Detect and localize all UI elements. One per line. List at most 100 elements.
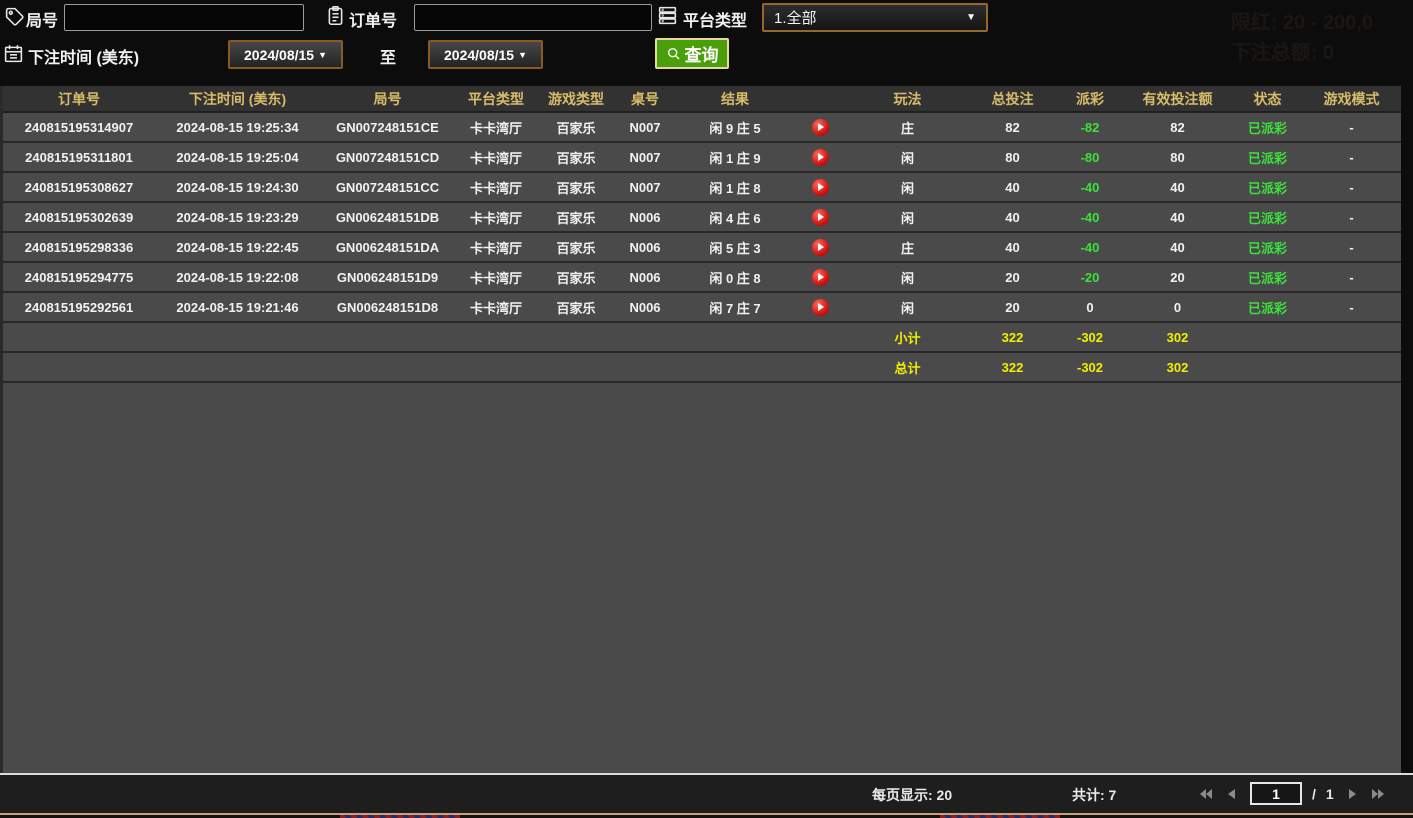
cell-payout: -40 (1055, 210, 1125, 225)
cell-table_no: N006 (615, 270, 675, 285)
column-header: 玩法 (845, 89, 970, 109)
chevron-down-icon: ▼ (966, 12, 976, 23)
column-header: 游戏类型 (537, 89, 615, 109)
query-button-label: 查询 (685, 41, 719, 66)
cell-mode: - (1305, 210, 1398, 225)
cell-result: 闲 0 庄 8 (675, 268, 795, 287)
cell-play_btn (795, 269, 845, 286)
game-no-label: 局号 (26, 7, 58, 31)
cell-mode: - (1305, 270, 1398, 285)
replay-play-button[interactable] (812, 119, 829, 136)
chevron-down-icon: ▼ (318, 50, 327, 60)
cell-status: 已派彩 (1230, 298, 1305, 317)
replay-play-button[interactable] (812, 179, 829, 196)
query-button[interactable]: 查询 (655, 38, 729, 69)
prev-page-icon[interactable] (1224, 786, 1240, 802)
platform-type-value: 1.全部 (774, 7, 817, 28)
cell-table_no: N006 (615, 300, 675, 315)
cell-game_type: 百家乐 (537, 178, 615, 197)
search-icon (666, 46, 682, 62)
replay-play-button[interactable] (812, 299, 829, 316)
cell-play: 闲 (845, 268, 970, 287)
column-header: 总投注 (970, 89, 1055, 109)
table-row: 2408151952925612024-08-15 19:21:46GN0062… (3, 293, 1401, 323)
orders-table: 订单号下注时间 (美东)局号平台类型游戏类型桌号结果玩法总投注派彩有效投注额状态… (0, 86, 1401, 773)
cell-payout: -302 (1055, 330, 1125, 345)
page-number-input[interactable]: 1 (1250, 782, 1302, 805)
first-page-icon[interactable] (1198, 786, 1214, 802)
game-no-input[interactable] (64, 4, 304, 31)
cell-platform: 卡卡湾厅 (455, 118, 537, 137)
cell-mode: - (1305, 120, 1398, 135)
order-no-input[interactable] (414, 4, 652, 31)
bottom-edge-strip (0, 813, 1413, 818)
cell-game_type: 百家乐 (537, 238, 615, 257)
play-icon (818, 183, 824, 191)
cell-valid_bet: 302 (1125, 330, 1230, 345)
cell-order_no: 240815195314907 (3, 120, 155, 135)
cell-total_bet: 80 (970, 150, 1055, 165)
page-total: 1 (1326, 786, 1334, 802)
footer-bar: 每页显示: 20 共计: 7 1 / 1 (0, 773, 1413, 813)
cell-play: 闲 (845, 208, 970, 227)
cell-total_bet: 20 (970, 270, 1055, 285)
cell-play_btn (795, 149, 845, 166)
column-header: 派彩 (1055, 89, 1125, 109)
summary-row: 总计322-302302 (3, 353, 1401, 383)
cell-payout: -302 (1055, 360, 1125, 375)
cell-bet_time: 2024-08-15 19:25:34 (155, 120, 320, 135)
cell-game_type: 百家乐 (537, 298, 615, 317)
cell-mode: - (1305, 240, 1398, 255)
cell-total_bet: 322 (970, 360, 1055, 375)
cell-platform: 卡卡湾厅 (455, 208, 537, 227)
table-row: 2408151953149072024-08-15 19:25:34GN0072… (3, 113, 1401, 143)
cell-mode: - (1305, 150, 1398, 165)
cell-table_no: N007 (615, 120, 675, 135)
total-count-label: 共计: 7 (1072, 785, 1116, 805)
cell-payout: 0 (1055, 300, 1125, 315)
replay-play-button[interactable] (812, 209, 829, 226)
date-from-picker[interactable]: 2024/08/15 ▼ (228, 40, 343, 69)
cell-play: 小计 (845, 328, 970, 347)
play-icon (818, 273, 824, 281)
platform-type-dropdown[interactable]: 1.全部 ▼ (762, 3, 988, 32)
cell-order_no: 240815195302639 (3, 210, 155, 225)
cell-play: 闲 (845, 298, 970, 317)
cell-payout: -20 (1055, 270, 1125, 285)
date-to-picker[interactable]: 2024/08/15 ▼ (428, 40, 543, 69)
cell-game_no: GN007248151CE (320, 120, 455, 135)
cell-status: 已派彩 (1230, 178, 1305, 197)
cell-play: 总计 (845, 358, 970, 377)
cell-status: 已派彩 (1230, 208, 1305, 227)
replay-play-button[interactable] (812, 269, 829, 286)
cell-valid_bet: 80 (1125, 150, 1230, 165)
cell-table_no: N006 (615, 210, 675, 225)
cell-status: 已派彩 (1230, 268, 1305, 287)
cell-table_no: N007 (615, 150, 675, 165)
replay-play-button[interactable] (812, 149, 829, 166)
column-header: 桌号 (615, 89, 675, 109)
cell-valid_bet: 40 (1125, 210, 1230, 225)
cell-platform: 卡卡湾厅 (455, 148, 537, 167)
date-from-value: 2024/08/15 (244, 47, 314, 63)
cell-game_no: GN006248151DA (320, 240, 455, 255)
cell-order_no: 240815195311801 (3, 150, 155, 165)
cell-order_no: 240815195292561 (3, 300, 155, 315)
cell-status: 已派彩 (1230, 238, 1305, 257)
next-page-icon[interactable] (1344, 786, 1360, 802)
per-page-label: 每页显示: 20 (872, 785, 952, 805)
chevron-down-icon: ▼ (518, 50, 527, 60)
cell-status: 已派彩 (1230, 118, 1305, 137)
cell-table_no: N007 (615, 180, 675, 195)
order-no-label: 订单号 (349, 7, 397, 31)
summary-row: 小计322-302302 (3, 323, 1401, 353)
play-icon (818, 243, 824, 251)
table-row: 2408151953086272024-08-15 19:24:30GN0072… (3, 173, 1401, 203)
cell-play_btn (795, 299, 845, 316)
cell-play_btn (795, 119, 845, 136)
replay-play-button[interactable] (812, 239, 829, 256)
cell-valid_bet: 20 (1125, 270, 1230, 285)
table-row: 2408151952983362024-08-15 19:22:45GN0062… (3, 233, 1401, 263)
last-page-icon[interactable] (1370, 786, 1386, 802)
cell-play: 庄 (845, 118, 970, 137)
